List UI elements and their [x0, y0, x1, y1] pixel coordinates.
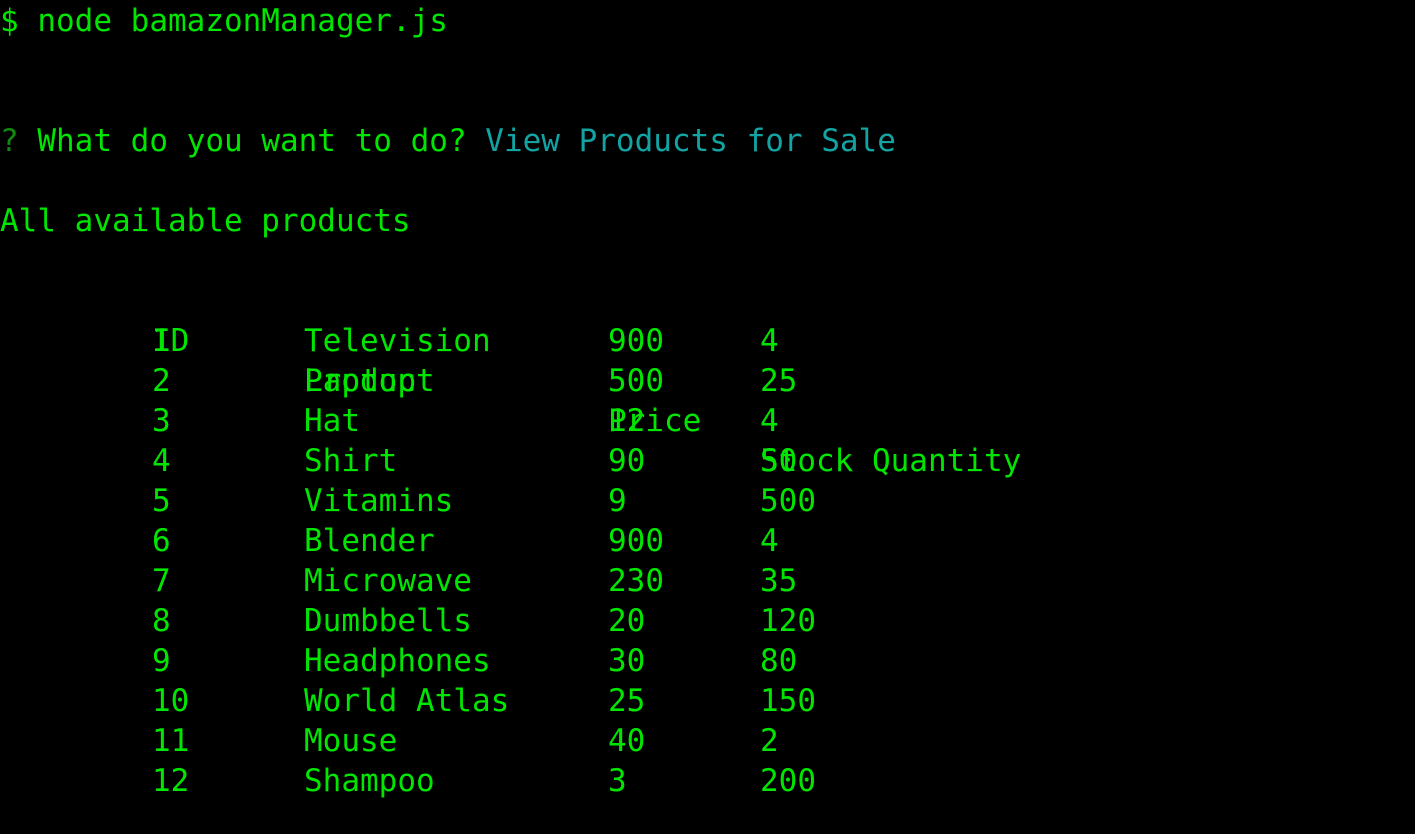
cell-id: 10 — [152, 683, 190, 719]
cell-price: 9 — [608, 483, 627, 519]
command-line: $ node bamazonManager.js — [0, 1, 448, 41]
cell-stock-quantity: 4 — [760, 403, 779, 439]
cell-stock-quantity: 4 — [760, 523, 779, 559]
cell-product: Hat — [304, 403, 360, 439]
cell-id: 6 — [152, 523, 171, 559]
table-row: 2 Laptop 500 25 — [0, 361, 1415, 401]
cell-id: 11 — [152, 723, 190, 759]
section-title: All available products — [0, 203, 411, 239]
selected-answer: View Products for Sale — [485, 123, 896, 159]
command-text: node bamazonManager.js — [37, 3, 448, 39]
cell-product: Shirt — [304, 443, 398, 479]
cell-id: 5 — [152, 483, 171, 519]
cell-price: 230 — [608, 563, 664, 599]
cell-price: 900 — [608, 523, 664, 559]
cell-id: 8 — [152, 603, 171, 639]
cell-product: Mouse — [304, 723, 398, 759]
table-row: 5 Vitamins 9 500 — [0, 481, 1415, 521]
table-row: 12 Shampoo 3 200 — [0, 761, 1415, 801]
terminal-window[interactable]: $ node bamazonManager.js ? What do you w… — [0, 0, 1415, 834]
cell-stock-quantity: 80 — [760, 643, 798, 679]
cell-stock-quantity: 200 — [760, 763, 816, 799]
table-row: 4 Shirt 90 50 — [0, 441, 1415, 481]
cell-id: 9 — [152, 643, 171, 679]
cell-stock-quantity: 4 — [760, 323, 779, 359]
table-row: 1 Television 900 4 — [0, 321, 1415, 361]
table-row: 8 Dumbbells 20 120 — [0, 601, 1415, 641]
cell-id: 2 — [152, 363, 171, 399]
cell-product: Television — [304, 323, 491, 359]
cell-product: Vitamins — [304, 483, 454, 519]
table-row: 11 Mouse 40 2 — [0, 721, 1415, 761]
cell-price: 20 — [608, 603, 646, 639]
cell-stock-quantity: 500 — [760, 483, 816, 519]
cell-product: Dumbbells — [304, 603, 472, 639]
cell-id: 12 — [152, 763, 190, 799]
cell-stock-quantity: 35 — [760, 563, 798, 599]
table-row: 7 Microwave 230 35 — [0, 561, 1415, 601]
question-line: ? What do you want to do? View Products … — [0, 121, 896, 161]
cell-product: Shampoo — [304, 763, 435, 799]
cell-price: 30 — [608, 643, 646, 679]
cell-id: 4 — [152, 443, 171, 479]
cell-product: Microwave — [304, 563, 472, 599]
cell-stock-quantity: 150 — [760, 683, 816, 719]
cell-price: 90 — [608, 443, 646, 479]
cell-stock-quantity: 25 — [760, 363, 798, 399]
table-header: ID Product Price Stock Quantity — [0, 281, 1415, 479]
table-row: 3 Hat 12 4 — [0, 401, 1415, 441]
cell-product: Headphones — [304, 643, 491, 679]
cell-product: Blender — [304, 523, 435, 559]
question-mark-icon: ? — [0, 123, 19, 159]
cell-id: 1 — [152, 323, 171, 359]
cell-price: 12 — [608, 403, 646, 439]
cell-id: 3 — [152, 403, 171, 439]
cell-price: 40 — [608, 723, 646, 759]
cell-stock-quantity: 120 — [760, 603, 816, 639]
cell-stock-quantity: 2 — [760, 723, 779, 759]
shell-prompt: $ — [0, 3, 19, 39]
table-row: 9 Headphones 30 80 — [0, 641, 1415, 681]
cell-price: 500 — [608, 363, 664, 399]
cell-product: Laptop — [304, 363, 416, 399]
cell-stock-quantity: 50 — [760, 443, 798, 479]
cell-id: 7 — [152, 563, 171, 599]
table-row: 10 World Atlas 25 150 — [0, 681, 1415, 721]
cell-product: World Atlas — [304, 683, 510, 719]
question-text: What do you want to do? — [37, 123, 467, 159]
cell-price: 900 — [608, 323, 664, 359]
cell-price: 3 — [608, 763, 627, 799]
cell-price: 25 — [608, 683, 646, 719]
table-row: 6 Blender 900 4 — [0, 521, 1415, 561]
